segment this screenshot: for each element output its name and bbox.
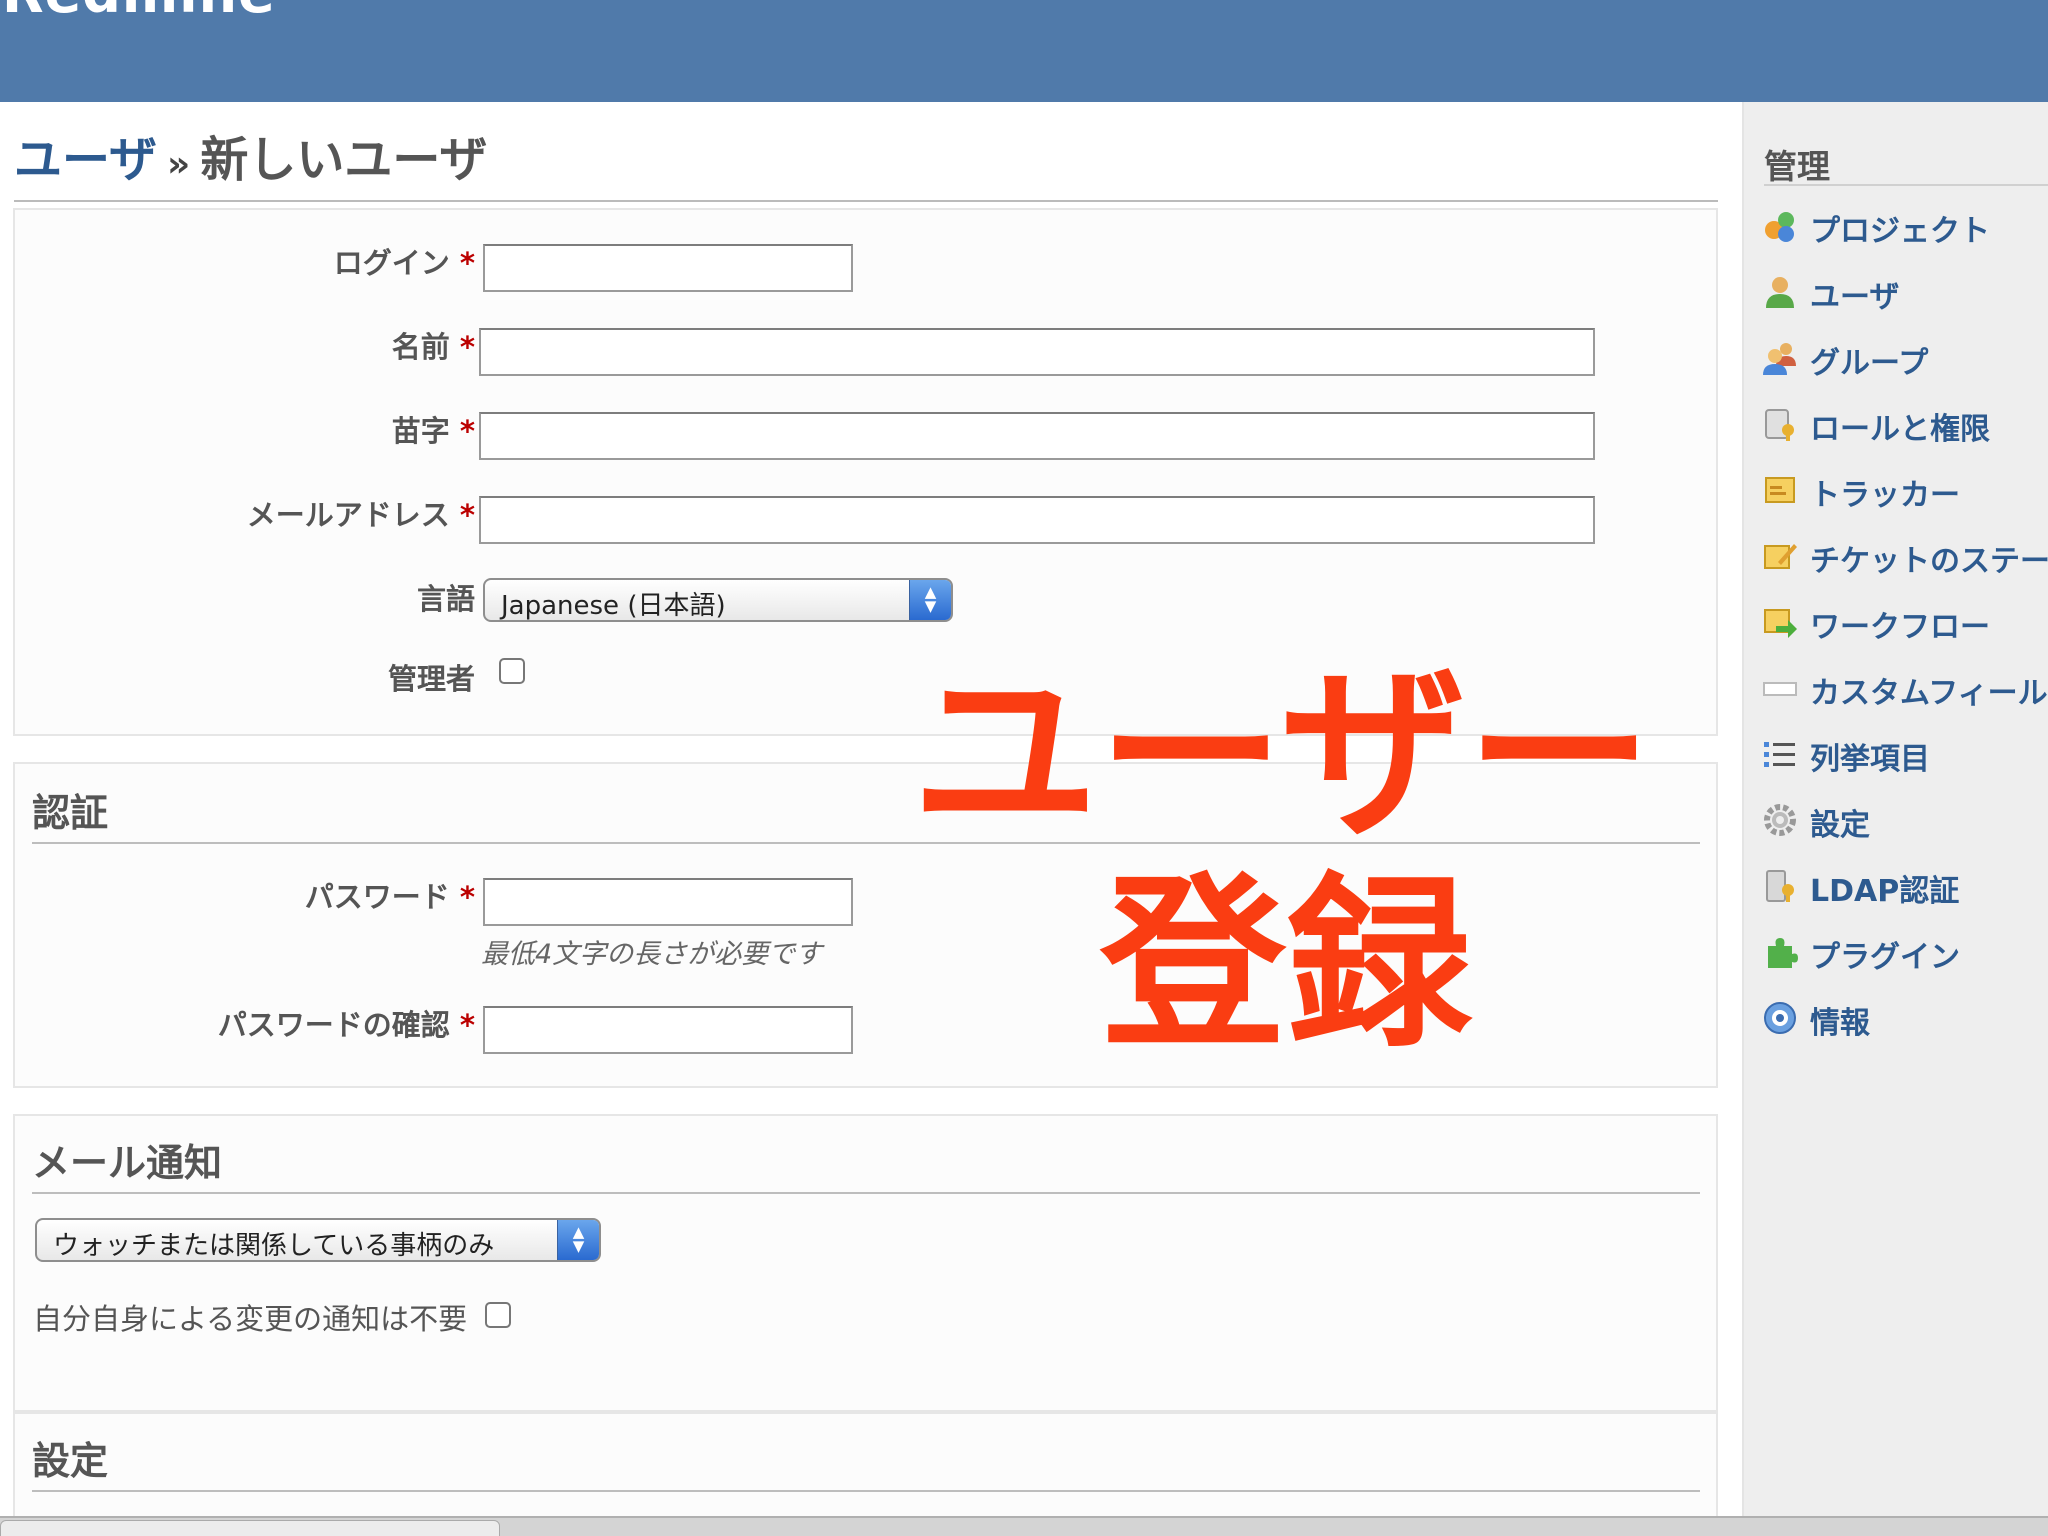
login-label: ログイン *: [333, 246, 475, 280]
mail-notification-box: メール通知 ウォッチまたは関係している事柄のみ ▲ ▼ 自分自身による変更の通知は…: [13, 1114, 1718, 1412]
issue-status-icon: [1764, 544, 1797, 569]
sidebar-item-issue-statuses[interactable]: チケットのステー: [1762, 532, 2048, 580]
sidebar-item-label: 情報: [1810, 1006, 1870, 1041]
ldap-icon: [1766, 870, 1794, 902]
mail-notification-select-value: ウォッチまたは関係している事柄のみ: [53, 1231, 495, 1261]
page-title: ユーザ» 新しいユーザ: [14, 120, 1718, 202]
required-mark: *: [459, 414, 475, 448]
sidebar-item-label: ロールと権限: [1810, 412, 1990, 447]
window-bottom-bar: [0, 1516, 2048, 1536]
tracker-icon: [1765, 477, 1795, 503]
sidebar-item-label: カスタムフィール: [1810, 676, 2048, 711]
sidebar-item-projects[interactable]: プロジェクト: [1762, 202, 2048, 250]
overlay-caption-line1: ユーザー: [912, 646, 1653, 863]
breadcrumb-separator: »: [167, 144, 191, 185]
app-title[interactable]: Redmine: [2, 0, 276, 25]
overlay-caption-line2: 登録: [1100, 856, 1473, 1073]
sidebar-item-ldap[interactable]: LDAP認証: [1762, 862, 2048, 910]
bottom-tab[interactable]: [0, 1520, 500, 1536]
firstname-input[interactable]: [479, 328, 1595, 376]
select-arrows-icon: ▲ ▼: [909, 580, 951, 620]
preferences-box: 設定: [13, 1412, 1718, 1516]
sidebar-item-custom-fields[interactable]: カスタムフィール: [1762, 664, 2048, 712]
sidebar-item-enumerations[interactable]: 列挙項目: [1762, 730, 2048, 778]
sidebar-item-plugins[interactable]: プラグイン: [1762, 928, 2048, 976]
sidebar-item-info[interactable]: 情報: [1762, 994, 2048, 1042]
sidebar-item-label: ワークフロー: [1810, 610, 1990, 645]
breadcrumb-users-link[interactable]: ユーザ: [14, 132, 157, 188]
sidebar-item-label: 列挙項目: [1810, 742, 1930, 777]
sidebar-item-roles[interactable]: ロールと権限: [1762, 400, 2048, 448]
admin-label: 管理者: [387, 662, 475, 696]
required-mark: *: [459, 246, 475, 280]
sidebar-item-settings[interactable]: 設定: [1762, 796, 2048, 844]
sidebar-title: 管理: [1764, 140, 2048, 186]
roles-icon: [1765, 409, 1794, 441]
password-label: パスワード *: [304, 880, 475, 914]
sidebar-item-users[interactable]: ユーザ: [1762, 268, 2048, 316]
sidebar-item-label: ユーザ: [1810, 280, 1900, 315]
sidebar-item-label: グループ: [1810, 346, 1929, 381]
sidebar-item-label: チケットのステー: [1810, 544, 2048, 579]
sidebar-item-label: プロジェクト: [1810, 214, 1990, 249]
sidebar-item-label: 設定: [1810, 808, 1870, 843]
group-icon: [1763, 343, 1796, 375]
required-mark: *: [459, 498, 475, 532]
mail-notification-heading: メール通知: [32, 1132, 1700, 1194]
email-input[interactable]: [479, 496, 1595, 544]
language-label: 言語: [416, 582, 475, 616]
settings-gear-icon: [1764, 804, 1796, 836]
required-mark: *: [459, 880, 475, 914]
mail-notification-select[interactable]: ウォッチまたは関係している事柄のみ ▲ ▼: [35, 1218, 601, 1262]
select-arrows-icon: ▲ ▼: [557, 1220, 599, 1260]
sidebar-item-workflow[interactable]: ワークフロー: [1762, 598, 2048, 646]
user-icon: [1766, 277, 1794, 308]
sidebar-item-label: LDAP認証: [1810, 874, 1960, 909]
preferences-heading: 設定: [32, 1430, 1700, 1492]
password-hint: 最低4文字の長さが必要です: [481, 939, 823, 970]
required-mark: *: [459, 1008, 475, 1042]
password-confirm-label: パスワードの確認 *: [217, 1008, 475, 1042]
top-header: Redmine: [0, 0, 2048, 102]
admin-checkbox[interactable]: [499, 658, 525, 684]
sidebar-item-groups[interactable]: グループ: [1762, 334, 2048, 382]
firstname-label: 名前 *: [391, 330, 475, 364]
login-input[interactable]: [483, 244, 853, 292]
no-self-notified-checkbox[interactable]: [485, 1302, 511, 1328]
main-content: ユーザ» 新しいユーザ ログイン * 名前 * 苗字 * メールアドレス * 言語…: [0, 102, 1742, 1516]
language-select-value: Japanese (日本語): [501, 591, 726, 621]
required-mark: *: [459, 330, 475, 364]
language-select[interactable]: Japanese (日本語) ▲ ▼: [483, 578, 953, 622]
info-icon: [1764, 1002, 1796, 1034]
password-input[interactable]: [483, 878, 853, 926]
workflow-icon: [1764, 609, 1797, 638]
email-label: メールアドレス *: [246, 498, 475, 532]
sidebar-item-label: トラッカー: [1810, 478, 1960, 513]
admin-sidebar: 管理 プロジェクト ユーザ グループ ロールと権限 トラッカー チケットのステー…: [1742, 102, 2048, 1516]
projects-icon: [1765, 212, 1794, 242]
no-self-notified-label: 自分自身による変更の通知は不要: [33, 1302, 468, 1336]
page-title-text: 新しいユーザ: [200, 132, 488, 188]
custom-fields-icon: [1763, 682, 1797, 696]
plugin-icon: [1768, 938, 1798, 968]
password-confirm-input[interactable]: [483, 1006, 853, 1054]
enumerations-icon: [1764, 742, 1795, 767]
sidebar-item-label: プラグイン: [1810, 940, 1960, 975]
lastname-input[interactable]: [479, 412, 1595, 460]
lastname-label: 苗字 *: [391, 414, 475, 448]
sidebar-item-trackers[interactable]: トラッカー: [1762, 466, 2048, 514]
